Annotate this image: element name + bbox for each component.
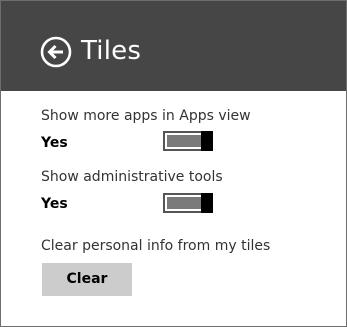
page-title: Tiles — [81, 36, 142, 66]
setting-label-show-more-apps: Show more apps in Apps view — [41, 108, 251, 124]
clear-personal-info-label: Clear personal info from my tiles — [41, 238, 271, 254]
toggle-track — [167, 135, 201, 147]
setting-value-show-more-apps: Yes — [41, 135, 68, 151]
admin-tools-toggle[interactable] — [163, 193, 213, 213]
back-arrow-circle-icon — [40, 36, 72, 68]
show-more-apps-toggle[interactable] — [163, 131, 213, 151]
toggle-track — [167, 197, 201, 209]
panel-header: Tiles — [1, 1, 346, 91]
toggle-thumb — [201, 193, 213, 213]
setting-label-admin-tools: Show administrative tools — [41, 169, 223, 185]
setting-value-admin-tools: Yes — [41, 196, 68, 212]
settings-panel: Tiles Show more apps in Apps view Yes Sh… — [0, 0, 347, 327]
toggle-thumb — [201, 131, 213, 151]
back-button[interactable] — [40, 36, 72, 68]
clear-button[interactable]: Clear — [42, 263, 132, 296]
